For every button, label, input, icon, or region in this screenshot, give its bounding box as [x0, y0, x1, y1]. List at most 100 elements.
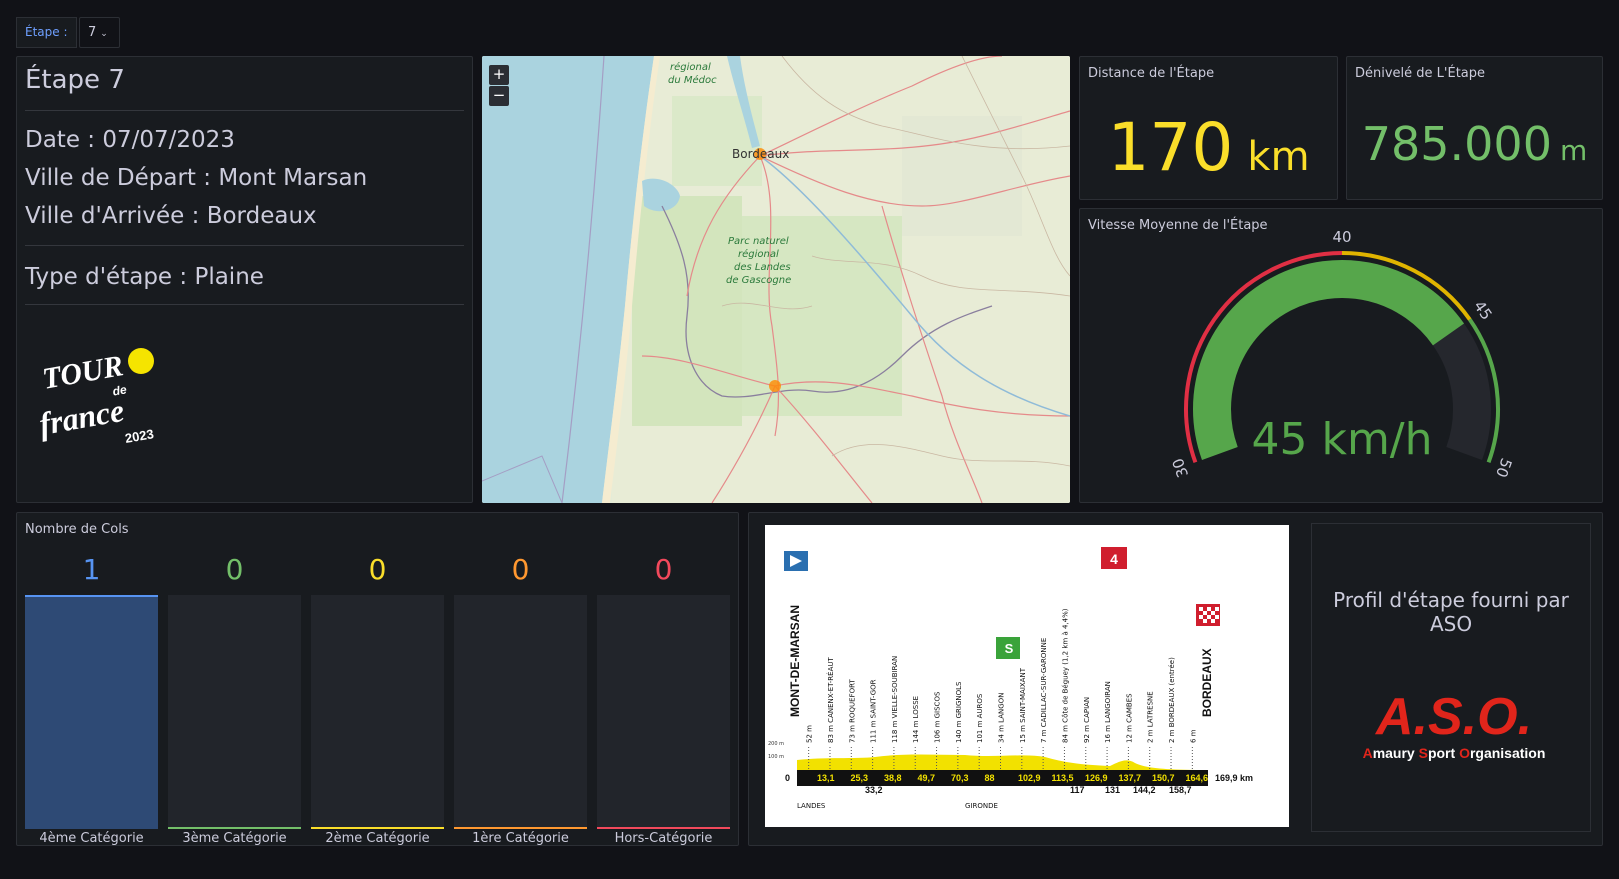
distance-panel: Distance de l'Étape 170 km [1079, 56, 1338, 200]
divider [25, 245, 464, 246]
svg-text:france: france [37, 392, 127, 442]
svg-text:Bordeaux: Bordeaux [732, 147, 789, 161]
stage-finish-city: Ville d'Arrivée : Bordeaux [25, 203, 317, 229]
distance-value: 170 km [1107, 109, 1310, 186]
cols-bar: 0 1ère Catégorie [454, 553, 587, 846]
aso-credit-panel: Profil d'étape fourni par ASO A.S.O. Ama… [1311, 523, 1591, 832]
svg-text:4: 4 [1110, 551, 1118, 567]
svg-text:169,9 km: 169,9 km [1215, 773, 1253, 783]
sprint-badge-icon: S [996, 637, 1020, 659]
aso-logo: A.S.O. Amaury Sport Organisation [1363, 688, 1546, 761]
profile-waypoint: 118 m VIELLE-SOUBIRAN [891, 656, 899, 743]
profile-km-marker: 49,7 [918, 773, 936, 783]
cols-bar-fill [25, 595, 158, 829]
elevation-title: Dénivelé de L'Étape [1355, 66, 1486, 81]
profile-waypoint: 92 m CAPIAN [1083, 697, 1091, 743]
tour-de-france-logo: TOUR de france 2023 [37, 348, 155, 446]
cols-bar-fill [168, 595, 301, 829]
cols-bar-fill [311, 595, 444, 829]
cols-bar: 0 Hors-Catégorie [597, 553, 730, 846]
svg-text:régional: régional [670, 61, 711, 73]
svg-text:100 m: 100 m [768, 754, 784, 760]
svg-text:2023: 2023 [124, 426, 155, 446]
profile-km-marker: 164,6 [1186, 773, 1209, 783]
finish-flag-icon [1196, 604, 1220, 626]
profile-km-marker: 131 [1105, 785, 1120, 795]
elevation-value: 785.000 m [1361, 117, 1588, 171]
profile-km-marker: 25,3 [851, 773, 869, 783]
stage-info-panel: Étape 7 Date : 07/07/2023 Ville de Dépar… [16, 56, 473, 503]
profile-waypoint: 34 m LANGON [998, 693, 1006, 743]
profile-waypoint: 73 m ROQUEFORT [848, 679, 856, 743]
profile-km-marker: 88 [985, 773, 995, 783]
cols-panel: Nombre de Cols 1 4ème Catégorie 0 3ème Caté… [16, 512, 739, 846]
zoom-out-button[interactable]: − [489, 86, 509, 106]
profile-waypoint: 2 m BORDEAUX (entrée) [1168, 657, 1176, 743]
cols-bar-fill [597, 595, 730, 829]
divider [25, 110, 464, 111]
gauge-tick-label: 45 [1470, 297, 1496, 323]
distance-title: Distance de l'Étape [1088, 66, 1215, 81]
profile-km-marker: 144,2 [1133, 785, 1156, 795]
svg-text:0: 0 [785, 773, 790, 783]
gauge-tick-label: 50 [1492, 456, 1515, 480]
stage-date: Date : 07/07/2023 [25, 127, 235, 153]
cols-bar-value: 0 [368, 553, 387, 586]
svg-text:A.S.O.: A.S.O. [1374, 688, 1532, 746]
profile-km-marker: 33,2 [865, 785, 883, 795]
gauge-tick-label: 30 [1169, 456, 1192, 480]
svg-text:des Landes: des Landes [734, 262, 791, 273]
profile-km-marker: 150,7 [1152, 773, 1175, 783]
stage-type: Type d'étape : Plaine [25, 264, 264, 290]
svg-text:Parc naturel: Parc naturel [728, 236, 789, 247]
start-flag-icon [784, 551, 808, 571]
speed-gauge: 30 40 45 50 45 km/h [1169, 228, 1516, 480]
profile-waypoint: 52 m [806, 725, 814, 743]
cols-bar-value: 0 [511, 553, 530, 586]
profile-km-marker: 126,9 [1085, 773, 1108, 783]
profile-km-marker: 102,9 [1018, 773, 1041, 783]
svg-text:LANDES: LANDES [797, 802, 826, 810]
cols-bar-value: 0 [225, 553, 244, 586]
profile-km-marker: 113,5 [1052, 773, 1074, 783]
gauge-tick-label: 40 [1332, 228, 1351, 246]
profile-waypoint: 140 m GRIGNOLS [955, 681, 963, 743]
profile-waypoint: 6 m [1189, 729, 1197, 743]
variable-label: Étape : [16, 17, 77, 48]
profile-km-marker: 13,1 [817, 773, 835, 783]
cols-title: Nombre de Cols [25, 522, 129, 537]
stage-map[interactable]: Bordeaux régional du Médoc Parc naturel … [482, 56, 1070, 503]
svg-text:régional: régional [738, 248, 779, 260]
profile-waypoint: 144 m LOSSE [912, 696, 920, 743]
cols-bar-label: 4ème Catégorie [39, 831, 144, 846]
elevation-panel: Dénivelé de L'Étape 785.000 m [1346, 56, 1603, 200]
svg-text:GIRONDE: GIRONDE [965, 802, 998, 810]
cols-bar-label: 2ème Catégorie [325, 831, 430, 846]
profile-waypoint: 111 m SAINT-GOR [870, 679, 878, 743]
profile-waypoint: 7 m CADILLAC-SUR-GARONNE [1040, 638, 1048, 743]
profile-km-marker: 137,7 [1119, 773, 1142, 783]
stage-profile-image: 4 S 200 m 100 m 13,1 25,3 38,8 49,7 70,3 88 10… [765, 525, 1289, 827]
stage-select-value: 7 [88, 25, 97, 40]
stage-select[interactable]: 7 ⌄ [79, 17, 120, 48]
svg-text:Amaury Sport Organisation: Amaury Sport Organisation [1363, 745, 1546, 761]
svg-text:200 m: 200 m [768, 741, 784, 747]
profile-panel: 4 S 200 m 100 m 13,1 25,3 38,8 49,7 70,3 88 10… [748, 512, 1603, 846]
cols-bar: 0 3ème Catégorie [168, 553, 301, 846]
divider [25, 304, 464, 305]
aso-credit-text: Profil d'étape fourni par ASO [1333, 588, 1569, 636]
profile-km-marker: 117 [1070, 785, 1085, 795]
speed-panel: Vitesse Moyenne de l'Étape 30 40 45 50 45 k… [1079, 208, 1603, 503]
cols-bar-label: 3ème Catégorie [182, 831, 287, 846]
profile-km-marker: 38,8 [884, 773, 902, 783]
profile-km-marker: 158,7 [1169, 785, 1192, 795]
zoom-in-button[interactable]: + [489, 65, 509, 85]
svg-text:de Gascogne: de Gascogne [726, 275, 791, 286]
profile-waypoint: 83 m CANENX-ET-RÉAUT [826, 656, 835, 743]
speed-value: 45 km/h [1251, 414, 1432, 465]
profile-waypoint: 15 m SAINT-MAIXANT [1019, 667, 1027, 743]
profile-waypoint: 12 m CAMBES [1125, 693, 1133, 743]
cols-bar: 1 4ème Catégorie [25, 553, 158, 846]
map-tiles[interactable]: Bordeaux régional du Médoc Parc naturel … [482, 56, 1070, 503]
cols-bar-value: 1 [82, 553, 101, 586]
